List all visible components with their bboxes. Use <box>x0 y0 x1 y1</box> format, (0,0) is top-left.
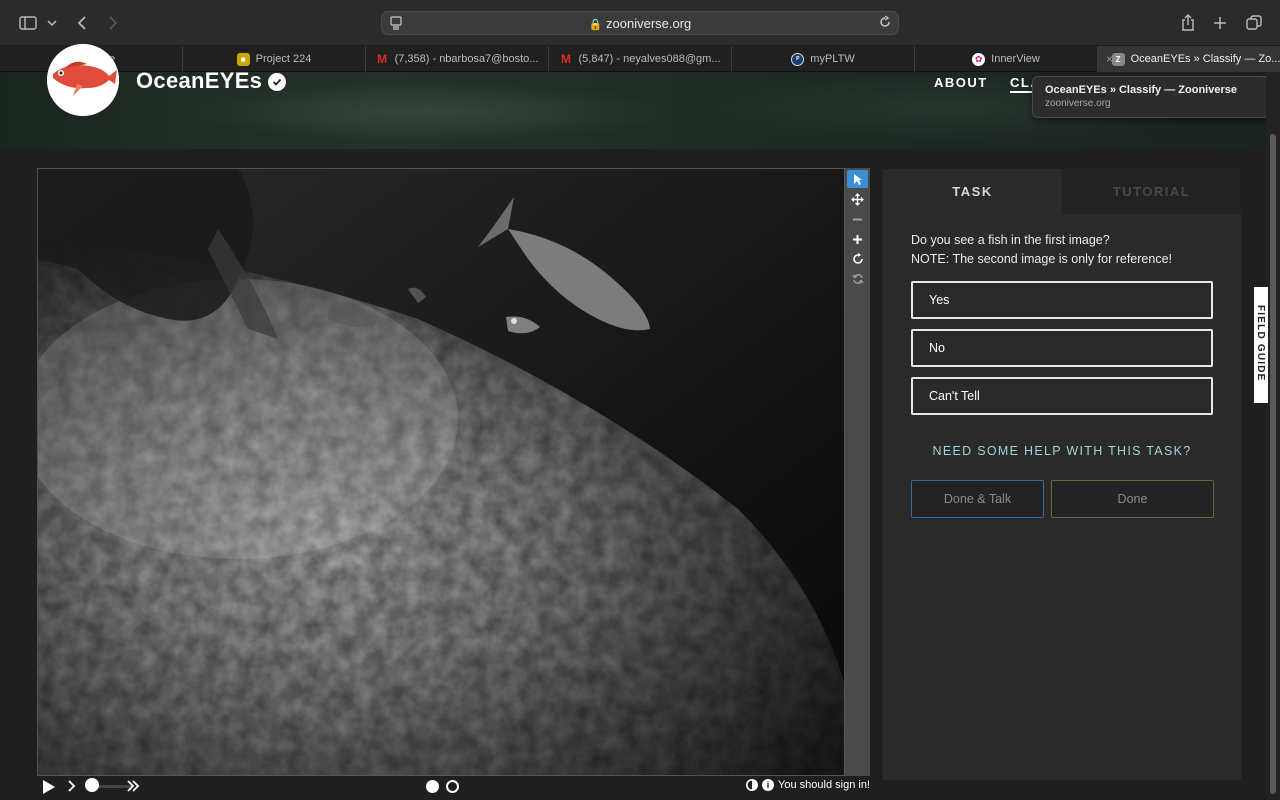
task-question: Do you see a fish in the first image? NO… <box>911 231 1221 269</box>
frame-slider-handle[interactable] <box>85 778 99 792</box>
project-avatar[interactable] <box>47 44 119 116</box>
done-button[interactable]: Done <box>1051 480 1214 518</box>
rotate-icon[interactable] <box>847 250 868 268</box>
url-label: zooniverse.org <box>606 16 692 31</box>
underwater-seafloor-image <box>38 169 844 775</box>
nav-classify-link[interactable]: CLASSIFY <box>1010 75 1032 93</box>
pltw-icon: P <box>791 52 805 66</box>
forward-icon[interactable] <box>101 11 125 35</box>
classroom-icon: ■ <box>236 52 250 66</box>
field-guide-tab[interactable]: FIELD GUIDE <box>1254 287 1268 403</box>
answer-yes-button[interactable]: Yes <box>911 281 1213 319</box>
tab-innerview[interactable]: ✿ InnerView <box>915 46 1098 72</box>
field-guide-label: FIELD GUIDE <box>1255 305 1266 382</box>
tab-gmail-1[interactable]: M (7,358) - nbarbosa7@bosto... <box>366 46 549 72</box>
tab-tooltip: OceanEYEs » Classify — Zooniverse zooniv… <box>1032 76 1278 118</box>
gmail-icon: M <box>560 52 571 66</box>
url-text: 🔒 zooniverse.org <box>382 16 898 31</box>
tab-label: (5,847) - neyalves088@gm... <box>578 53 721 65</box>
share-icon[interactable] <box>1176 11 1200 35</box>
tab-label: (7,358) - nbarbosa7@bosto... <box>394 53 539 65</box>
move-icon[interactable] <box>847 190 868 208</box>
zoom-out-icon[interactable] <box>847 210 868 228</box>
step-forward-icon[interactable] <box>67 779 76 798</box>
answer-no-button[interactable]: No <box>911 329 1213 367</box>
tab-tutorial[interactable]: TUTORIAL <box>1062 169 1241 214</box>
tooltip-url: zooniverse.org <box>1045 98 1111 109</box>
tab-oceaneyes[interactable]: × Z OceanEYEs » Classify — Zo... <box>1098 46 1280 72</box>
zoom-in-icon[interactable] <box>847 230 868 248</box>
tab-label: InnerView <box>991 53 1040 65</box>
browser-toolbar: 🔒 zooniverse.org <box>0 0 1280 46</box>
signin-text[interactable]: You should sign in! <box>778 779 870 791</box>
tab-overview-icon[interactable] <box>1242 11 1266 35</box>
tab-gmail-2[interactable]: M (5,847) - neyalves088@gm... <box>549 46 732 72</box>
question-note: NOTE: The second image is only for refer… <box>911 252 1172 266</box>
gmail-icon: M <box>377 52 388 66</box>
tab-mypltw[interactable]: P myPLTW <box>732 46 915 72</box>
back-icon[interactable] <box>70 11 94 35</box>
page-scrollbar[interactable] <box>1266 72 1280 800</box>
reload-icon[interactable] <box>878 15 892 34</box>
done-and-talk-button[interactable]: Done & Talk <box>911 480 1044 518</box>
tab-label: myPLTW <box>810 53 855 65</box>
answer-cant-tell-button[interactable]: Can't Tell <box>911 377 1213 415</box>
reset-icon[interactable] <box>847 270 868 288</box>
pointer-icon[interactable] <box>847 170 868 188</box>
lock-icon: 🔒 <box>588 19 603 31</box>
verified-badge-icon <box>268 73 286 91</box>
info-icon[interactable]: i <box>762 779 775 791</box>
subject-controls: i You should sign in! <box>37 776 870 798</box>
fast-forward-icon[interactable] <box>126 779 140 798</box>
contrast-icon[interactable] <box>746 779 759 791</box>
play-icon[interactable] <box>42 779 56 800</box>
innerview-icon: ✿ <box>972 52 986 66</box>
chevron-down-icon[interactable] <box>40 11 64 35</box>
subject-image[interactable] <box>37 168 845 776</box>
zooniverse-icon: Z <box>1111 52 1125 66</box>
new-tab-icon[interactable] <box>1208 11 1232 35</box>
tab-label: OceanEYEs » Classify — Zo... <box>1130 53 1280 65</box>
frame-2-dot[interactable] <box>446 780 459 793</box>
image-tools-bar <box>845 168 870 776</box>
help-link[interactable]: NEED SOME HELP WITH THIS TASK? <box>883 444 1241 458</box>
project-title[interactable]: OceanEYEs <box>136 68 262 94</box>
tab-task[interactable]: TASK <box>883 169 1062 214</box>
tooltip-title: OceanEYEs » Classify — Zooniverse <box>1045 84 1237 96</box>
task-panel: TASK TUTORIAL Do you see a fish in the f… <box>883 169 1241 780</box>
red-fish-icon <box>47 44 119 116</box>
nav-about-link[interactable]: ABOUT <box>934 75 988 90</box>
question-text: Do you see a fish in the first image? <box>911 233 1110 247</box>
signin-notice: i You should sign in! <box>746 779 870 791</box>
address-bar[interactable]: 🔒 zooniverse.org <box>381 11 899 35</box>
sidebar-toggle-icon[interactable] <box>16 11 40 35</box>
tab-label: Project 224 <box>255 53 312 65</box>
close-icon[interactable]: × <box>1106 52 1113 66</box>
frame-1-dot[interactable] <box>426 780 439 793</box>
